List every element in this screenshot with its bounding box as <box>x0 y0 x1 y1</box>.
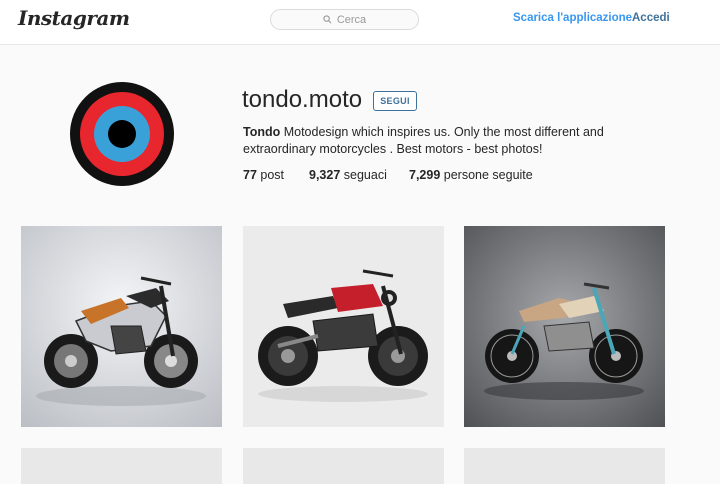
download-app-link[interactable]: Scarica l'applicazione <box>513 12 632 24</box>
post-tile[interactable] <box>464 448 665 484</box>
search-input[interactable]: Cerca <box>270 9 419 30</box>
stat-following[interactable]: 7,299 persone seguite <box>409 168 533 182</box>
post-tile[interactable] <box>464 226 665 427</box>
bio-text: Motodesign which inspires us. Only the m… <box>243 125 604 156</box>
search-icon <box>323 15 332 24</box>
stat-posts: 77 post <box>243 168 285 182</box>
instagram-logo[interactable]: Instagram <box>18 6 130 30</box>
bio-name: Tondo <box>243 125 281 139</box>
post-image <box>243 226 444 427</box>
stat-followers[interactable]: 9,327 seguaci <box>309 168 387 182</box>
post-tile[interactable] <box>21 448 222 484</box>
profile-avatar[interactable] <box>70 82 174 186</box>
profile-username: tondo.moto <box>242 86 363 113</box>
follow-button[interactable]: SEGUI <box>373 91 417 111</box>
post-image <box>464 226 665 427</box>
post-tile[interactable] <box>21 226 222 427</box>
post-tile[interactable] <box>243 448 444 484</box>
post-image <box>21 226 222 427</box>
post-tile[interactable] <box>243 226 444 427</box>
search-placeholder: Cerca <box>336 13 367 26</box>
login-link[interactable]: Accedi <box>632 12 670 24</box>
profile-bio: Tondo Motodesign which inspires us. Only… <box>243 124 663 158</box>
top-navigation-bar: Instagram Cerca Scarica l'applicazione A… <box>0 0 720 45</box>
